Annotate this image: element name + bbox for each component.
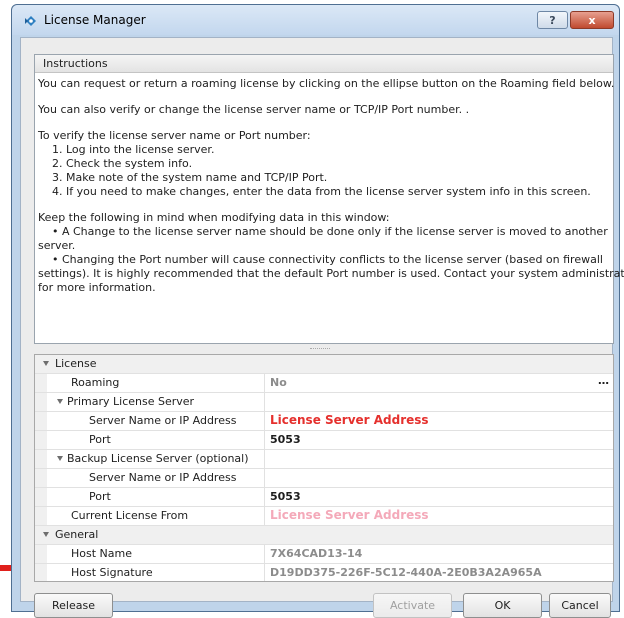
instruction-line: • Changing the Port number will cause co… xyxy=(38,253,603,266)
row-indent-gutter xyxy=(35,374,47,392)
column-divider xyxy=(264,469,265,487)
instruction-line: You can also verify or change the licens… xyxy=(38,103,470,116)
row-indent-gutter xyxy=(35,450,47,468)
grid-property-row[interactable]: Host Name 7X64CAD13-14 xyxy=(35,545,613,564)
property-label: Server Name or IP Address xyxy=(89,471,237,484)
instruction-line: Keep the following in mind when modifyin… xyxy=(38,211,390,224)
title-bar: License Manager ? x xyxy=(12,5,619,35)
help-button[interactable]: ? xyxy=(537,11,568,29)
instructions-text: You can request or return a roaming lice… xyxy=(38,77,624,295)
property-label: General xyxy=(55,528,99,541)
instruction-line: 3. Make note of the system name and TCP/… xyxy=(38,171,328,184)
property-label: Port xyxy=(89,490,111,503)
ellipsis-button[interactable]: … xyxy=(598,374,609,387)
instruction-line: • A Change to the license server name sh… xyxy=(38,225,608,238)
expander-icon[interactable] xyxy=(43,532,49,537)
release-button[interactable]: Release xyxy=(34,593,113,618)
window-title: License Manager xyxy=(44,13,146,27)
row-indent-gutter xyxy=(35,393,47,411)
grid-property-row[interactable]: Port 5053 xyxy=(35,488,613,507)
property-value[interactable]: 5053 xyxy=(270,433,301,446)
grid-property-row[interactable]: Server Name or IP Address License Server … xyxy=(35,412,613,431)
property-label: Host Name xyxy=(71,547,132,560)
property-value[interactable]: License Server Address xyxy=(270,508,429,522)
instruction-line: settings). It is highly recommended that… xyxy=(38,267,624,280)
property-label: Port xyxy=(89,433,111,446)
grid-property-row[interactable]: Current License From License Server Addre… xyxy=(35,507,613,526)
column-divider xyxy=(264,545,265,563)
grid-property-row[interactable]: Server Name or IP Address xyxy=(35,469,613,488)
grid-property-row[interactable]: Roaming No … xyxy=(35,374,613,393)
property-value[interactable]: 7X64CAD13-14 xyxy=(270,547,362,560)
row-indent-gutter xyxy=(35,564,47,581)
property-value[interactable]: 5053 xyxy=(270,490,301,503)
activate-button: Activate xyxy=(373,593,452,618)
column-divider xyxy=(264,393,265,411)
instructions-header: Instructions xyxy=(35,55,613,73)
property-value[interactable]: License Server Address xyxy=(270,413,429,427)
row-indent-gutter xyxy=(35,545,47,563)
column-divider xyxy=(264,564,265,581)
property-label: Host Signature xyxy=(71,566,153,579)
expander-icon[interactable] xyxy=(57,399,63,404)
grid-property-row[interactable]: Host Signature D19DD375-226F-5C12-440A-2E… xyxy=(35,564,613,581)
row-indent-gutter xyxy=(35,431,47,449)
instruction-line: 2. Check the system info. xyxy=(38,157,193,170)
property-label: Backup License Server (optional) xyxy=(67,452,249,465)
instruction-line: You can request or return a roaming lice… xyxy=(38,77,615,90)
instruction-line: server. xyxy=(38,239,76,252)
panel-splitter[interactable] xyxy=(34,345,614,353)
column-divider xyxy=(264,450,265,468)
row-indent-gutter xyxy=(35,412,47,430)
grid-property-row[interactable]: Backup License Server (optional) xyxy=(35,450,613,469)
instruction-line: 1. Log into the license server. xyxy=(38,143,215,156)
column-divider xyxy=(264,507,265,525)
grid-property-row[interactable]: Port 5053 xyxy=(35,431,613,450)
app-icon xyxy=(25,16,36,26)
column-divider xyxy=(264,488,265,506)
property-label: Server Name or IP Address xyxy=(89,414,237,427)
property-value[interactable]: D19DD375-226F-5C12-440A-2E0B3A2A965A xyxy=(270,566,542,579)
property-label: Roaming xyxy=(71,376,120,389)
dialog-body: Instructions You can request or return a… xyxy=(20,37,624,618)
grid-category-row[interactable]: General xyxy=(35,526,613,545)
property-label: License xyxy=(55,357,97,370)
grid-property-row[interactable]: Primary License Server xyxy=(35,393,613,412)
row-indent-gutter xyxy=(35,507,47,525)
cancel-button[interactable]: Cancel xyxy=(549,593,611,618)
column-divider xyxy=(264,374,265,392)
property-grid: License Roaming No … Primary License Server S… xyxy=(34,354,614,582)
property-value[interactable]: No xyxy=(270,376,287,389)
close-button[interactable]: x xyxy=(570,11,614,29)
row-indent-gutter xyxy=(35,469,47,487)
instruction-line: To verify the license server name or Por… xyxy=(38,129,311,142)
license-manager-window: License Manager ? x Instructions You can… xyxy=(11,4,624,618)
column-divider xyxy=(264,431,265,449)
instruction-line: for more information. xyxy=(38,281,156,294)
row-indent-gutter xyxy=(35,488,47,506)
expander-icon[interactable] xyxy=(57,456,63,461)
property-label: Primary License Server xyxy=(67,395,195,408)
instruction-line: 4. If you need to make changes, enter th… xyxy=(38,185,591,198)
column-divider xyxy=(264,412,265,430)
instructions-panel: Instructions You can request or return a… xyxy=(34,54,624,344)
property-label: Current License From xyxy=(71,509,189,522)
expander-icon[interactable] xyxy=(43,361,49,366)
grid-category-row[interactable]: License xyxy=(35,355,613,374)
ok-button[interactable]: OK xyxy=(463,593,542,618)
